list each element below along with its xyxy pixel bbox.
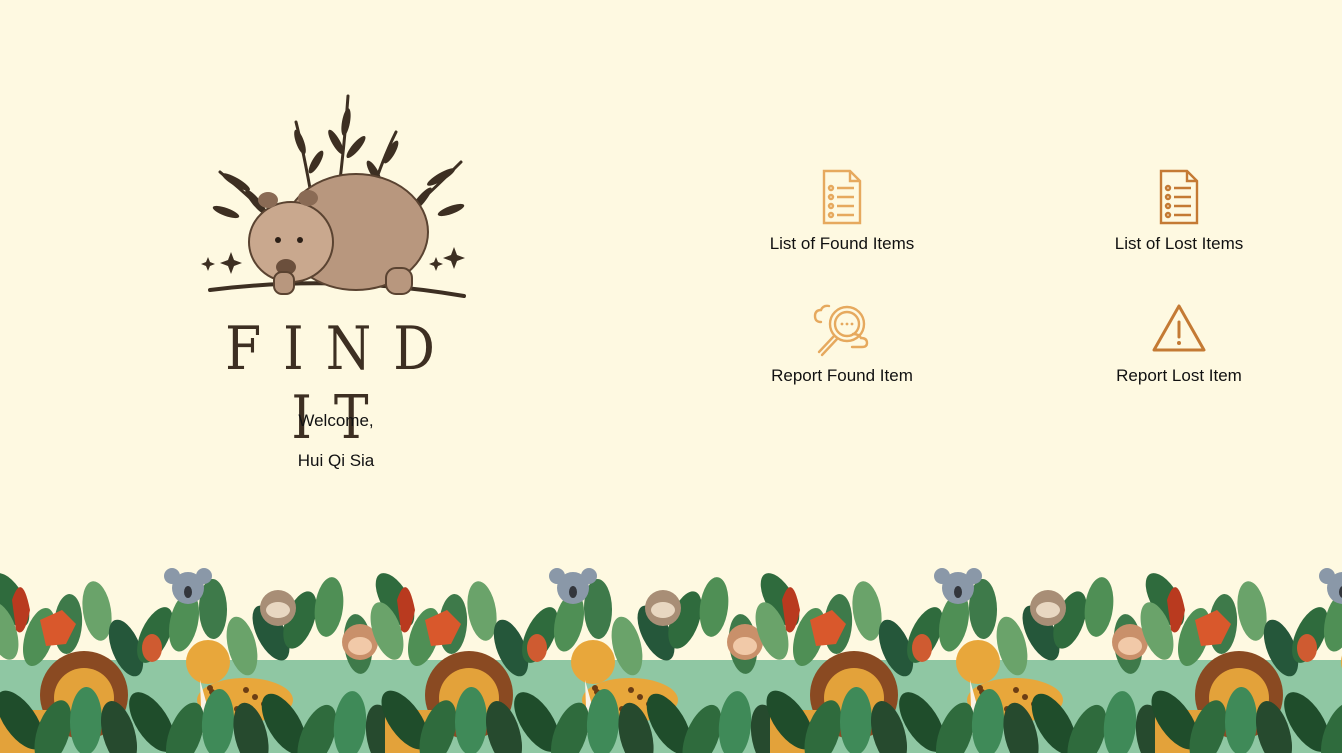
wombat-logo-icon: [201, 94, 466, 298]
leopard-icon: [186, 640, 230, 684]
jungle-tile: [370, 568, 786, 753]
squirrel-icon: [527, 634, 547, 662]
leopard-icon: [571, 640, 615, 684]
list-document-icon: [1159, 169, 1199, 225]
list-lost-items-button[interactable]: List of Lost Items: [1069, 168, 1289, 254]
welcome-greeting: Welcome,: [298, 411, 374, 430]
jungle-illustration: [0, 568, 1342, 753]
list-lost-items-label: List of Lost Items: [1114, 234, 1244, 253]
report-lost-item-button[interactable]: Report Lost Item: [1069, 300, 1289, 386]
user-name: Hui Qi Sia: [297, 451, 375, 470]
warning-triangle-icon: [1152, 304, 1206, 352]
leaf-shape: [1084, 577, 1114, 637]
jungle-tile: [0, 568, 401, 753]
jungle-tile: [1140, 568, 1342, 753]
leaf-shape: [699, 577, 729, 637]
squirrel-icon: [912, 634, 932, 662]
squirrel-icon: [142, 634, 162, 662]
list-document-icon: [822, 169, 862, 225]
list-found-items-label: List of Found Items: [769, 234, 915, 253]
squirrel-icon: [1297, 634, 1317, 662]
report-lost-item-label: Report Lost Item: [1116, 366, 1242, 385]
app-wordmark: FIND IT: [225, 315, 457, 453]
jungle-animals-border: [0, 560, 1342, 753]
report-found-item-button[interactable]: Report Found Item: [732, 300, 952, 386]
app-logo: FIND IT: [196, 92, 472, 453]
magnifier-chat-icon: [813, 304, 869, 357]
leaf-shape: [314, 577, 344, 637]
jungle-tile: [755, 568, 1171, 753]
report-found-item-label: Report Found Item: [771, 366, 913, 385]
list-found-items-button[interactable]: List of Found Items: [732, 168, 952, 254]
leopard-icon: [956, 640, 1000, 684]
